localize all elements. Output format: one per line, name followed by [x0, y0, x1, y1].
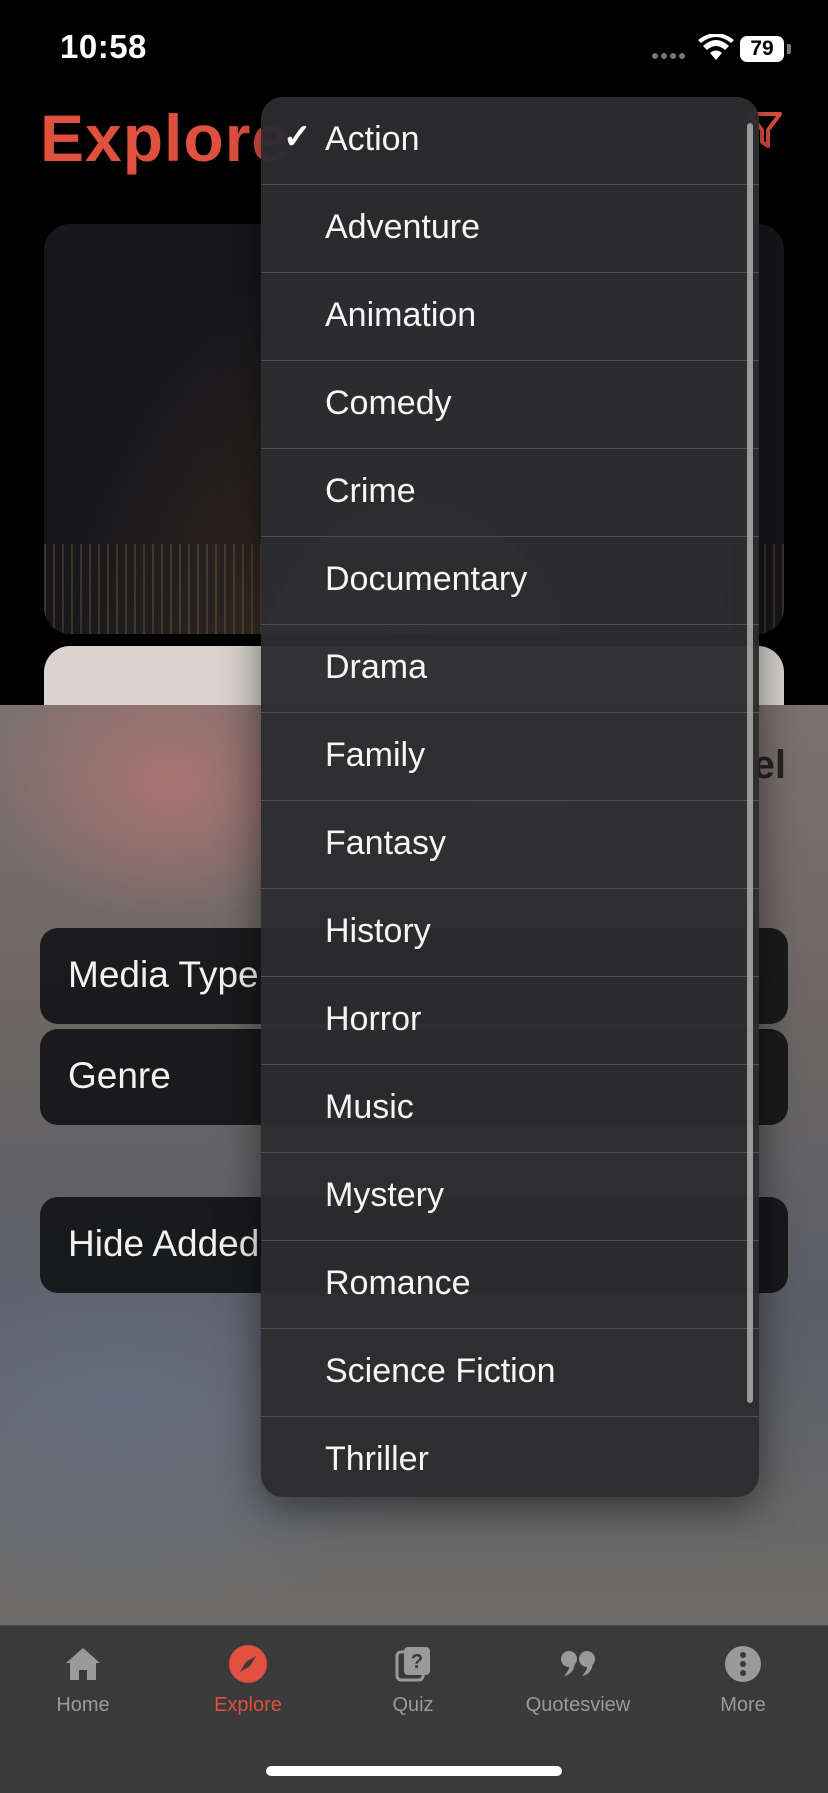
menu-item-fantasy[interactable]: Fantasy: [261, 801, 759, 889]
checkmark-icon: ✓: [283, 118, 312, 156]
battery-tip: [787, 44, 791, 54]
menu-item-label: Science Fiction: [325, 1352, 556, 1390]
menu-item-crime[interactable]: Crime: [261, 449, 759, 537]
tab-label-more: More: [720, 1694, 766, 1716]
tab-label-explore: Explore: [214, 1694, 282, 1716]
menu-item-romance[interactable]: Romance: [261, 1241, 759, 1329]
genre-dropdown-menu: ✓ Action Adventure Animation Comedy Crime Docu…: [261, 97, 759, 1497]
menu-item-mystery[interactable]: Mystery: [261, 1153, 759, 1241]
menu-item-label: Music: [325, 1088, 414, 1126]
menu-item-drama[interactable]: Drama: [261, 625, 759, 713]
menu-item-label: Thriller: [325, 1440, 429, 1478]
menu-item-label: Animation: [325, 296, 477, 334]
menu-item-label: Documentary: [325, 560, 528, 598]
menu-item-music[interactable]: Music: [261, 1065, 759, 1153]
house-icon: [66, 1648, 100, 1680]
media-type-label: Media Type: [68, 954, 259, 995]
menu-item-label: Family: [325, 736, 426, 774]
page-title: Explore: [40, 101, 290, 175]
menu-item-horror[interactable]: Horror: [261, 977, 759, 1065]
menu-item-label: Comedy: [325, 384, 452, 422]
tab-more[interactable]: More: [668, 1644, 818, 1734]
tab-home[interactable]: Home: [8, 1644, 158, 1734]
menu-item-science-fiction[interactable]: Science Fiction: [261, 1329, 759, 1417]
svg-text:?: ?: [411, 1651, 423, 1673]
question-cards-icon: ?: [395, 1647, 430, 1682]
more-circle-icon: [725, 1646, 761, 1682]
tab-label-quotesview: Quotesview: [525, 1694, 631, 1716]
tab-label-home: Home: [56, 1694, 110, 1716]
cellular-signal-icon: [652, 53, 685, 59]
tab-quiz[interactable]: ? Quiz: [338, 1644, 488, 1734]
menu-item-thriller[interactable]: Thriller: [261, 1417, 759, 1497]
menu-item-label: Drama: [325, 648, 428, 686]
menu-item-label: Crime: [325, 472, 416, 510]
menu-item-action[interactable]: ✓ Action: [261, 97, 759, 185]
tab-quotesview[interactable]: Quotesview: [503, 1644, 653, 1734]
menu-item-label: Adventure: [325, 208, 480, 246]
menu-item-label: Action: [325, 120, 420, 158]
hide-added-label: Hide Added: [68, 1223, 260, 1264]
quote-icon: [561, 1651, 595, 1676]
menu-item-label: Mystery: [325, 1176, 444, 1214]
compass-icon: [229, 1645, 267, 1683]
menu-item-adventure[interactable]: Adventure: [261, 185, 759, 273]
wifi-icon: [698, 34, 734, 60]
tab-explore[interactable]: Explore: [173, 1644, 323, 1734]
home-indicator[interactable]: [266, 1766, 562, 1776]
scroll-indicator[interactable]: [747, 123, 753, 1403]
battery-level: 79: [740, 36, 784, 62]
menu-item-family[interactable]: Family: [261, 713, 759, 801]
menu-item-comedy[interactable]: Comedy: [261, 361, 759, 449]
menu-item-animation[interactable]: Animation: [261, 273, 759, 361]
menu-item-history[interactable]: History: [261, 889, 759, 977]
status-time: 10:58: [60, 28, 147, 65]
tab-label-quiz: Quiz: [392, 1694, 434, 1716]
menu-item-label: Romance: [325, 1264, 471, 1302]
menu-item-label: Horror: [325, 1000, 422, 1038]
menu-item-documentary[interactable]: Documentary: [261, 537, 759, 625]
status-bar: 10:58 79: [0, 0, 828, 90]
genre-label: Genre: [68, 1055, 171, 1096]
menu-item-label: Fantasy: [325, 824, 446, 862]
menu-item-label: History: [325, 912, 431, 950]
